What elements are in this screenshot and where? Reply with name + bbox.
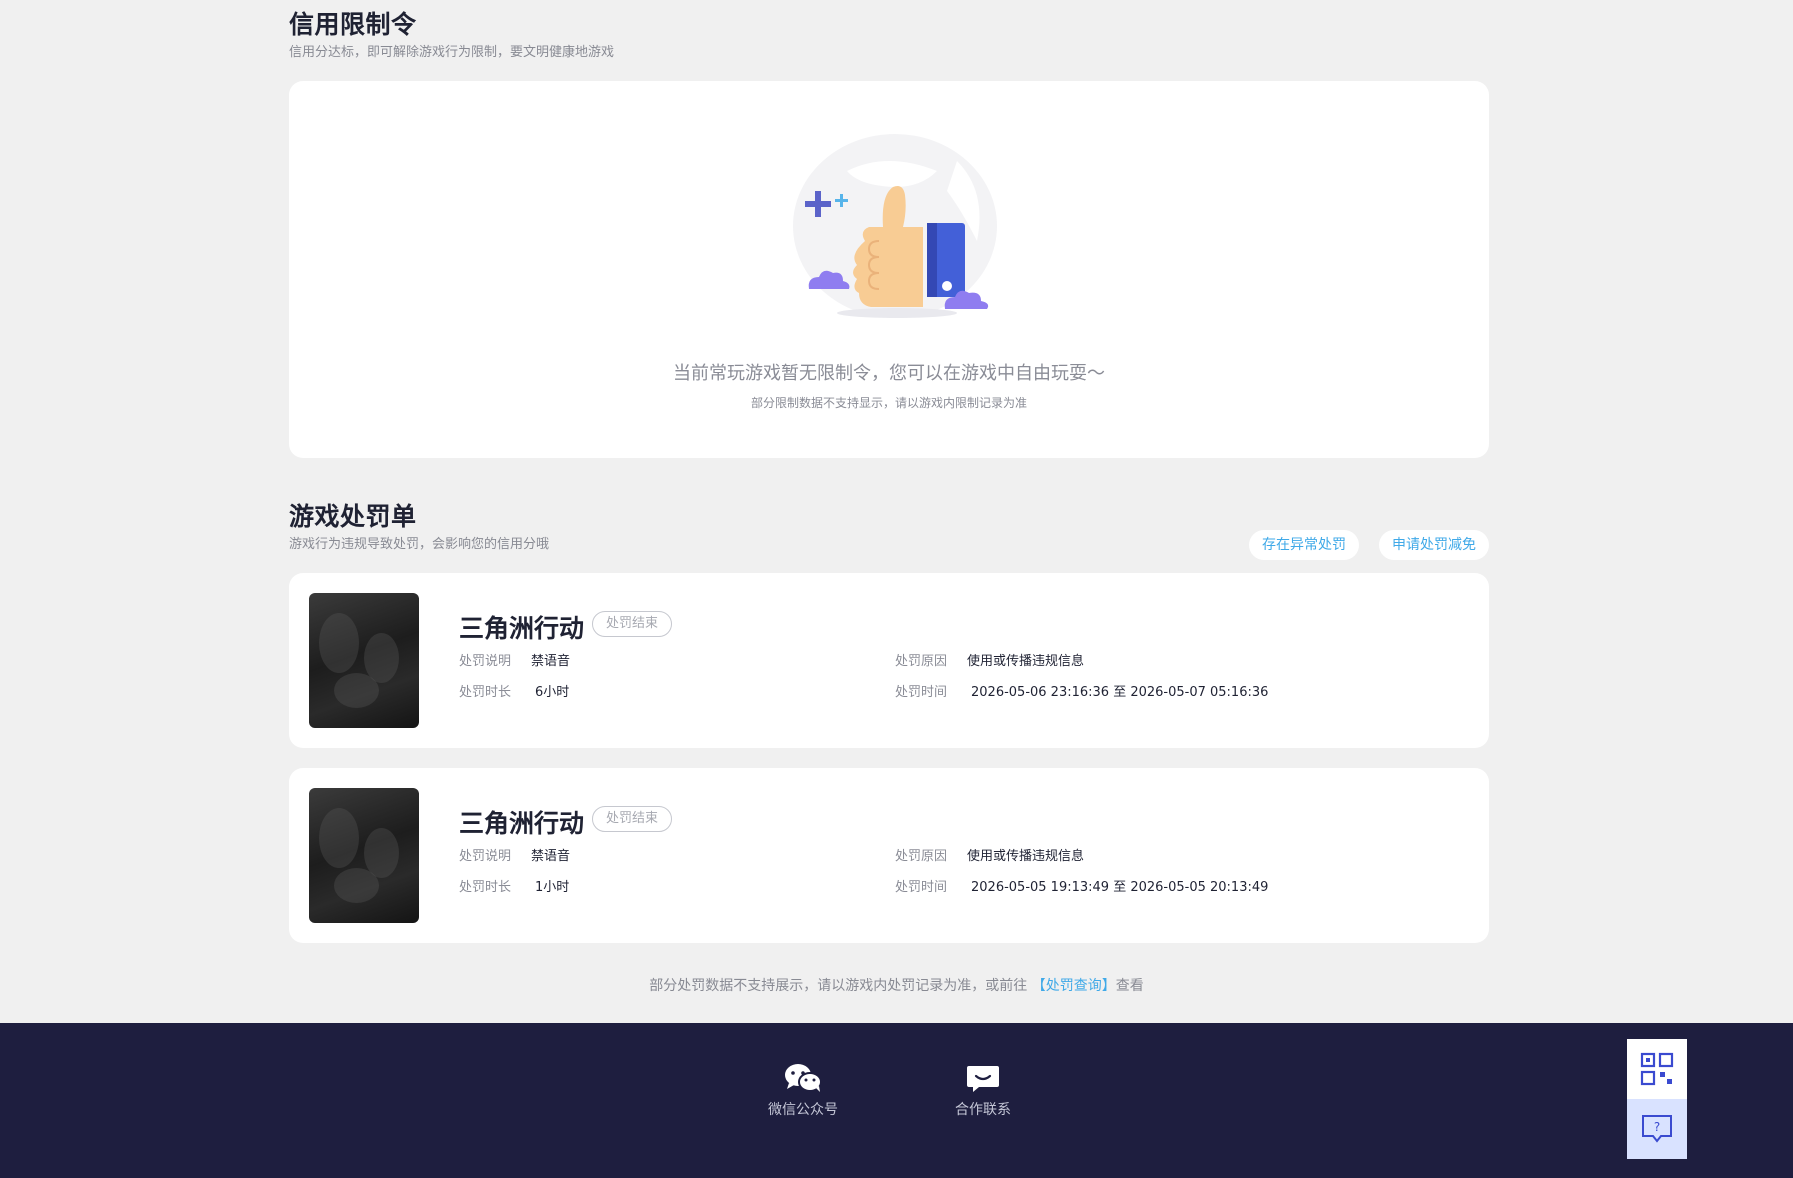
penalty-desc-row: 处罚说明 禁语音 <box>459 653 570 671</box>
penalty-duration-label: 处罚时长 <box>459 685 512 700</box>
penalty-section-header: 游戏处罚单 游戏行为违规导致处罚，会影响您的信用分哦 存在异常处罚 申请处罚减免 <box>289 502 1489 560</box>
game-thumbnail <box>309 593 419 728</box>
wechat-icon <box>785 1064 822 1092</box>
thumbs-up-illustration <box>793 134 997 318</box>
wechat-label: 微信公众号 <box>768 1102 838 1118</box>
penalty-reason-label: 处罚原因 <box>895 849 948 864</box>
penalty-duration-row: 处罚时长 1小时 <box>459 879 569 897</box>
credit-subtitle: 信用分达标，即可解除游戏行为限制，要文明健康地游戏 <box>289 45 615 60</box>
side-floating-panel: ? <box>1627 1039 1687 1159</box>
penalty-duration-value: 6小时 <box>535 685 570 700</box>
footer-note-suffix: 查看 <box>1115 978 1144 994</box>
game-name: 三角洲行动 <box>459 614 585 643</box>
penalty-desc-value: 禁语音 <box>531 654 571 669</box>
site-footer: 微信公众号 合作联系 <box>0 1023 1793 1178</box>
penalty-actions: 存在异常处罚 申请处罚减免 <box>1249 530 1489 560</box>
wechat-official-account[interactable]: 微信公众号 <box>743 1063 863 1119</box>
penalty-reason-value: 使用或传播违规信息 <box>967 654 1085 669</box>
penalty-reason-value: 使用或传播违规信息 <box>967 849 1085 864</box>
penalty-desc-label: 处罚说明 <box>459 849 512 864</box>
credit-section-header: 信用限制令 信用分达标，即可解除游戏行为限制，要文明健康地游戏 <box>289 10 1489 62</box>
credit-title: 信用限制令 <box>289 10 417 39</box>
penalty-time-value: 2026-05-06 23:16:36 至 2026-05-07 05:16:3… <box>971 685 1269 700</box>
penalty-card: 三角洲行动 处罚结束 处罚说明 禁语音 处罚时长 6小时 处罚原因 使用或传播违… <box>289 573 1489 748</box>
penalty-duration-row: 处罚时长 6小时 <box>459 684 569 702</box>
empty-message: 当前常玩游戏暂无限制令，您可以在游戏中自由玩耍～ <box>673 363 1105 384</box>
penalty-reason-label: 处罚原因 <box>895 654 948 669</box>
status-badge: 处罚结束 <box>592 611 673 637</box>
game-name: 三角洲行动 <box>459 809 585 838</box>
penalty-reason-row: 处罚原因 使用或传播违规信息 <box>895 653 1084 671</box>
credit-empty-card: 当前常玩游戏暂无限制令，您可以在游戏中自由玩耍～ 部分限制数据不支持显示，请以游… <box>289 81 1489 458</box>
qr-code-icon <box>1640 1052 1674 1086</box>
penalty-time-label: 处罚时间 <box>895 880 948 895</box>
status-badge: 处罚结束 <box>592 806 673 832</box>
penalty-time-row: 处罚时间 2026-05-05 19:13:49 至 2026-05-05 20… <box>895 879 1268 897</box>
help-icon: ? <box>1642 1115 1672 1143</box>
chat-bubble-icon <box>967 1066 999 1092</box>
contact-label: 合作联系 <box>955 1102 1011 1118</box>
abnormal-penalty-button[interactable]: 存在异常处罚 <box>1249 530 1359 560</box>
penalty-title: 游戏处罚单 <box>289 502 417 531</box>
game-thumbnail <box>309 788 419 923</box>
help-button[interactable]: ? <box>1627 1099 1687 1159</box>
penalty-time-value: 2026-05-05 19:13:49 至 2026-05-05 20:13:4… <box>971 880 1269 895</box>
cooperation-contact[interactable]: 合作联系 <box>923 1063 1043 1119</box>
penalty-query-link[interactable]: 【处罚查询】 <box>1032 978 1116 994</box>
svg-text:?: ? <box>1654 1120 1660 1134</box>
penalty-desc-label: 处罚说明 <box>459 654 512 669</box>
footer-note-prefix: 部分处罚数据不支持展示，请以游戏内处罚记录为准，或前往 <box>649 978 1032 994</box>
penalty-time-label: 处罚时间 <box>895 685 948 700</box>
penalty-card: 三角洲行动 处罚结束 处罚说明 禁语音 处罚时长 1小时 处罚原因 使用或传播违… <box>289 768 1489 943</box>
penalty-duration-value: 1小时 <box>535 880 570 895</box>
penalty-desc-value: 禁语音 <box>531 849 571 864</box>
penalty-reason-row: 处罚原因 使用或传播违规信息 <box>895 848 1084 866</box>
empty-note: 部分限制数据不支持显示，请以游戏内限制记录为准 <box>750 396 1027 410</box>
penalty-duration-label: 处罚时长 <box>459 880 512 895</box>
reduce-penalty-button[interactable]: 申请处罚减免 <box>1379 530 1489 560</box>
qr-code-button[interactable] <box>1627 1039 1687 1099</box>
penalty-footer-note: 部分处罚数据不支持展示，请以游戏内处罚记录为准，或前往 【处罚查询】查看 <box>0 975 1793 995</box>
penalty-desc-row: 处罚说明 禁语音 <box>459 848 570 866</box>
penalty-time-row: 处罚时间 2026-05-06 23:16:36 至 2026-05-07 05… <box>895 684 1268 702</box>
